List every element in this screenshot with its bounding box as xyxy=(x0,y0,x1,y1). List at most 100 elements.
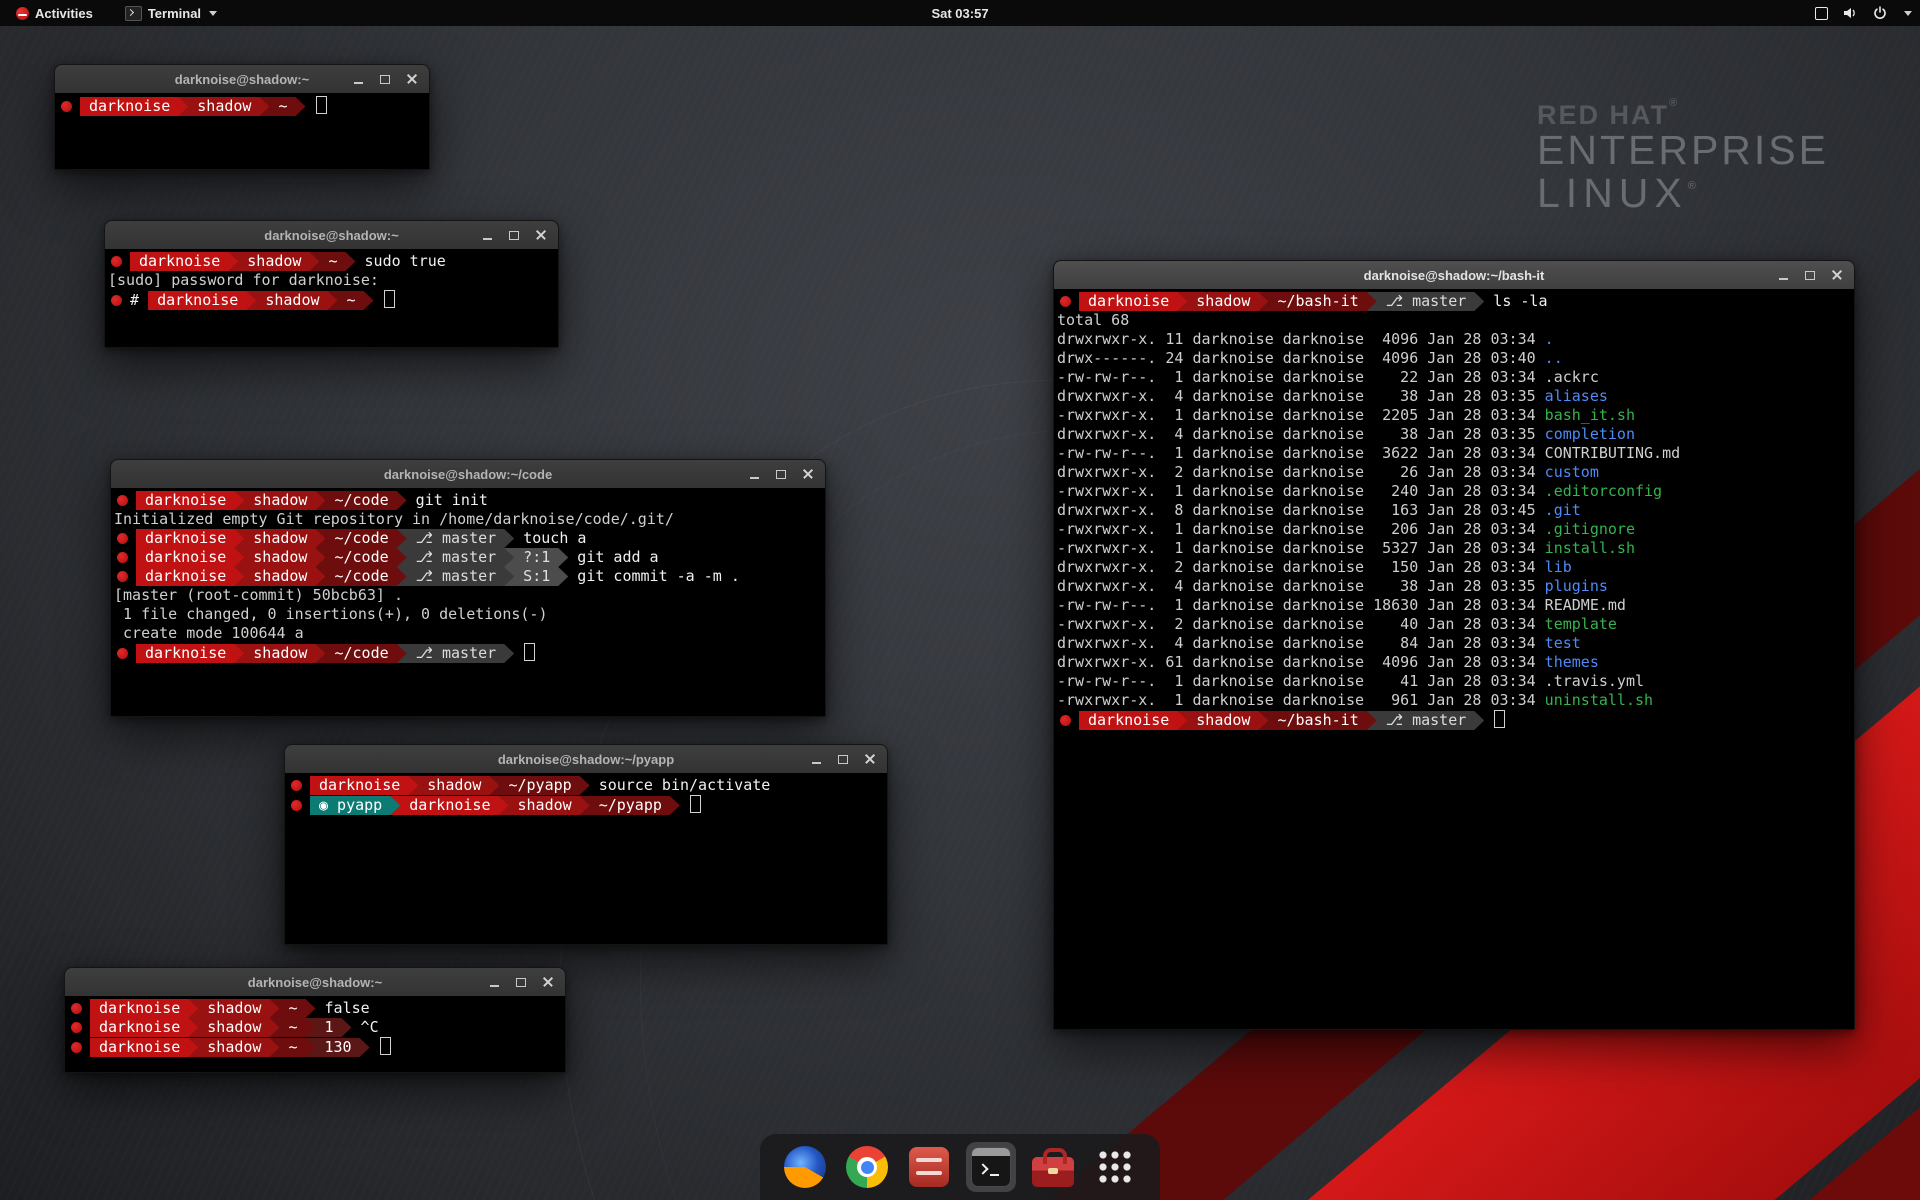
maximize-button[interactable] xyxy=(774,467,788,481)
terminal-text: source bin/activate xyxy=(590,776,771,794)
redhat-logo-icon xyxy=(16,7,29,20)
terminal-content[interactable]: darknoiseshadow~ falsedarknoiseshadow~1 … xyxy=(65,996,565,1072)
prompt-segment: darknoise xyxy=(90,1038,198,1057)
maximize-button[interactable] xyxy=(507,228,521,242)
terminal-window-sudo[interactable]: darknoise@shadow:~ darknoiseshadow~ sudo… xyxy=(104,220,559,348)
redhat-prompt-icon xyxy=(1060,296,1071,307)
prompt-segment: darknoise xyxy=(390,796,508,815)
close-button[interactable] xyxy=(863,752,877,766)
close-button[interactable] xyxy=(405,72,419,86)
redhat-prompt-icon xyxy=(1060,715,1071,726)
power-icon[interactable] xyxy=(1872,5,1888,21)
prompt-segment: ◉ pyapp xyxy=(310,796,400,815)
prompt-segment: darknoise xyxy=(90,1018,198,1037)
redhat-prompt-icon xyxy=(117,495,128,506)
window-title: darknoise@shadow:~ xyxy=(248,975,382,990)
minimize-button[interactable] xyxy=(1776,268,1790,282)
close-button[interactable] xyxy=(801,467,815,481)
prompt-segment: shadow xyxy=(234,567,325,586)
terminal-text: -rw-rw-r--. 1 darknoise darknoise 18630 … xyxy=(1057,596,1545,614)
prompt-segment: shadow xyxy=(188,999,279,1018)
terminal-line: -rwxrwxr-x. 1 darknoise darknoise 961 Ja… xyxy=(1057,691,1851,710)
prompt-segment: ~/pyapp xyxy=(580,796,680,815)
close-button[interactable] xyxy=(541,975,555,989)
dock-item-terminal[interactable] xyxy=(966,1142,1016,1192)
prompt-segment: ~/code xyxy=(315,491,406,510)
terminal-line: darknoiseshadow~130 xyxy=(68,1037,562,1056)
dock-item-toolbox[interactable] xyxy=(1028,1142,1078,1192)
redhat-prompt-icon xyxy=(111,295,122,306)
redhat-prompt-icon xyxy=(291,780,302,791)
terminal-line: darknoiseshadow~/code⎇ master?:1 git add… xyxy=(114,548,822,567)
dock-item-files[interactable] xyxy=(904,1142,954,1192)
activities-button[interactable]: Activities xyxy=(8,4,101,23)
terminal-text: drwxrwxr-x. 4 darknoise darknoise 38 Jan… xyxy=(1057,577,1545,595)
terminal-text: README.md xyxy=(1545,596,1626,614)
terminal-cursor xyxy=(380,1037,391,1055)
terminal-window-home-1[interactable]: darknoise@shadow:~ darknoiseshadow~ xyxy=(54,64,430,170)
terminal-text: install.sh xyxy=(1545,539,1635,557)
terminal-content[interactable]: darknoiseshadow~/pyapp source bin/activa… xyxy=(285,773,887,944)
terminal-text: drwxrwxr-x. 4 darknoise darknoise 38 Jan… xyxy=(1057,425,1545,443)
terminal-text: bash_it.sh xyxy=(1545,406,1635,424)
app-menu-label: Terminal xyxy=(148,6,201,21)
titlebar[interactable]: darknoise@shadow:~ xyxy=(65,968,565,997)
terminal-line: darknoiseshadow~/code git init xyxy=(114,491,822,510)
titlebar[interactable]: darknoise@shadow:~ xyxy=(105,221,558,250)
terminal-text: drwxrwxr-x. 11 darknoise darknoise 4096 … xyxy=(1057,330,1545,348)
terminal-content[interactable]: darknoiseshadow~/bash-it⎇ master ls -lat… xyxy=(1054,289,1854,1029)
desktop[interactable]: RED HAT® ENTERPRISE LINUX® Activities Te… xyxy=(0,0,1920,1200)
terminal-text: -rwxrwxr-x. 2 darknoise darknoise 40 Jan… xyxy=(1057,615,1545,633)
chevron-down-icon[interactable] xyxy=(1904,11,1912,16)
terminal-text: -rwxrwxr-x. 1 darknoise darknoise 2205 J… xyxy=(1057,406,1545,424)
maximize-button[interactable] xyxy=(378,72,392,86)
minimize-button[interactable] xyxy=(747,467,761,481)
terminal-text: drwxrwxr-x. 8 darknoise darknoise 163 Ja… xyxy=(1057,501,1545,519)
minimize-button[interactable] xyxy=(351,72,365,86)
titlebar[interactable]: darknoise@shadow:~ xyxy=(55,65,429,94)
terminal-content[interactable]: darknoiseshadow~ xyxy=(55,93,429,169)
terminal-icon xyxy=(125,6,142,21)
dock-item-show-applications[interactable] xyxy=(1090,1142,1140,1192)
prompt-segment: shadow xyxy=(188,1018,279,1037)
dock-item-firefox[interactable] xyxy=(780,1142,830,1192)
clock[interactable]: Sat 03:57 xyxy=(0,6,1920,21)
titlebar[interactable]: darknoise@shadow:~/bash-it xyxy=(1054,261,1854,290)
maximize-button[interactable] xyxy=(836,752,850,766)
app-menu-terminal[interactable]: Terminal xyxy=(117,4,225,23)
terminal-line: -rwxrwxr-x. 2 darknoise darknoise 40 Jan… xyxy=(1057,615,1851,634)
terminal-content[interactable]: darknoiseshadow~/code git initInitialize… xyxy=(111,488,825,716)
maximize-button[interactable] xyxy=(514,975,528,989)
terminal-text: drwxrwxr-x. 4 darknoise darknoise 84 Jan… xyxy=(1057,634,1545,652)
terminal-window-home-2[interactable]: darknoise@shadow:~ darknoiseshadow~ fals… xyxy=(64,967,566,1073)
terminal-content[interactable]: darknoiseshadow~ sudo true[sudo] passwor… xyxy=(105,249,558,347)
maximize-button[interactable] xyxy=(1803,268,1817,282)
redhat-branding: RED HAT® ENTERPRISE LINUX® xyxy=(1537,98,1829,214)
terminal-text: drwxrwxr-x. 2 darknoise darknoise 26 Jan… xyxy=(1057,463,1545,481)
minimize-button[interactable] xyxy=(487,975,501,989)
terminal-text: completion xyxy=(1545,425,1635,443)
toolbox-icon xyxy=(1032,1157,1074,1187)
terminal-window-pyapp[interactable]: darknoise@shadow:~/pyapp darknoiseshadow… xyxy=(284,744,888,945)
terminal-cursor xyxy=(690,795,701,813)
window-selector-icon[interactable] xyxy=(1815,7,1828,20)
close-button[interactable] xyxy=(1830,268,1844,282)
terminal-text: .. xyxy=(1545,349,1563,367)
terminal-line: [master (root-commit) 50bcb63] . xyxy=(114,586,822,605)
terminal-window-code[interactable]: darknoise@shadow:~/code darknoiseshadow~… xyxy=(110,459,826,717)
prompt-segment: shadow xyxy=(234,491,325,510)
volume-icon[interactable] xyxy=(1842,5,1858,21)
redhat-prompt-icon xyxy=(111,256,122,267)
minimize-button[interactable] xyxy=(809,752,823,766)
terminal-text: CONTRIBUTING.md xyxy=(1545,444,1680,462)
terminal-text: .git xyxy=(1545,501,1581,519)
titlebar[interactable]: darknoise@shadow:~/pyapp xyxy=(285,745,887,774)
prompt-segment: darknoise xyxy=(1079,711,1187,730)
minimize-button[interactable] xyxy=(480,228,494,242)
prompt-segment: shadow xyxy=(228,252,319,271)
titlebar[interactable]: darknoise@shadow:~/code xyxy=(111,460,825,489)
close-button[interactable] xyxy=(534,228,548,242)
terminal-window-bash-it[interactable]: darknoise@shadow:~/bash-it darknoiseshad… xyxy=(1053,260,1855,1030)
dock-item-chrome[interactable] xyxy=(842,1142,892,1192)
terminal-line: ◉ pyappdarknoiseshadow~/pyapp xyxy=(288,795,884,814)
